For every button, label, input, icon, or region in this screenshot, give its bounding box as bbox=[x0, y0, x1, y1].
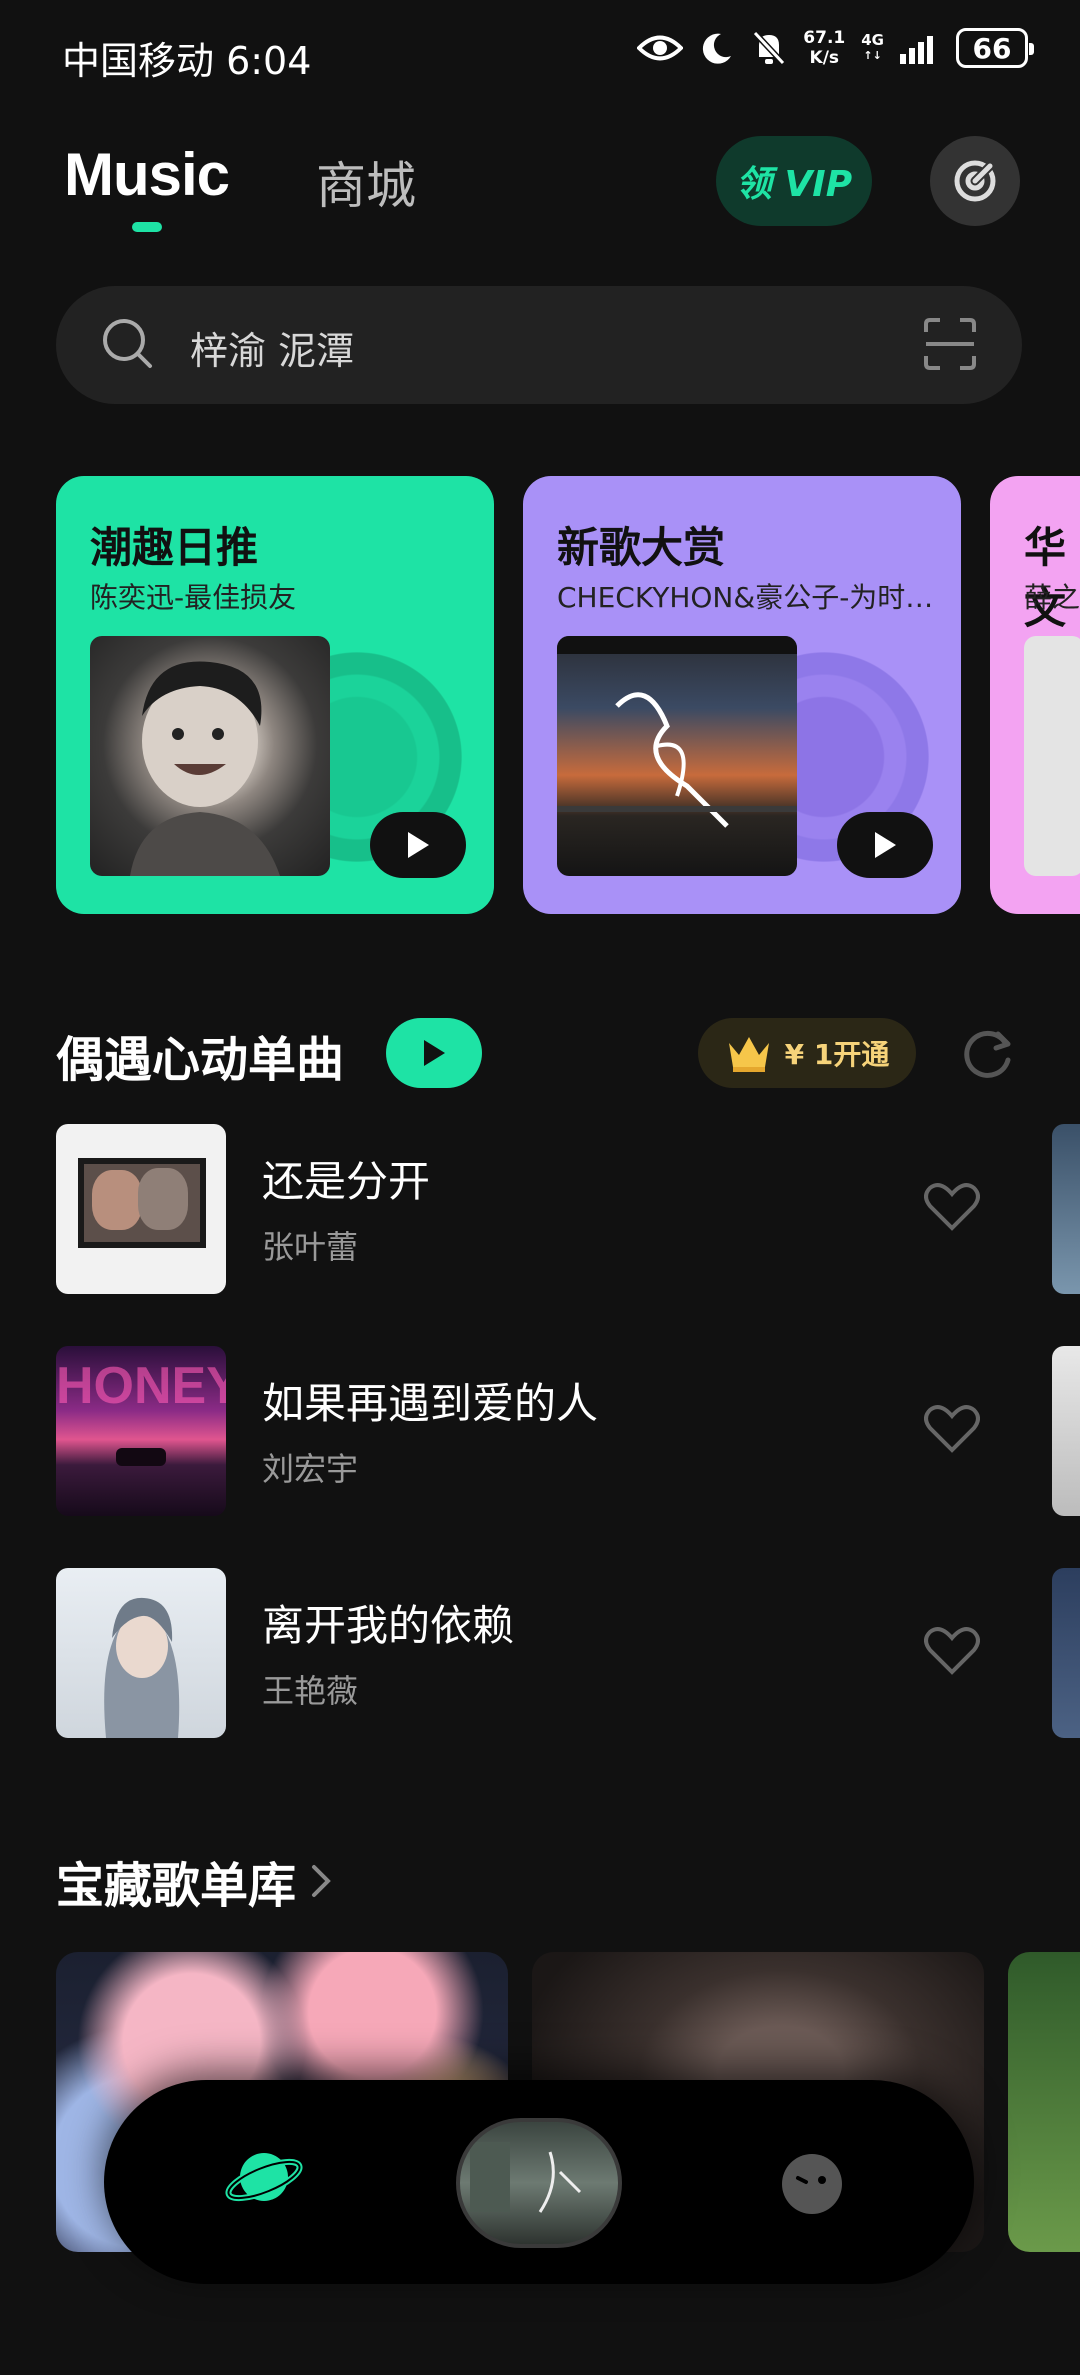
play-icon bbox=[875, 832, 896, 858]
playlists-section-header[interactable]: 宝藏歌单库 bbox=[56, 1846, 334, 1916]
bottom-nav bbox=[104, 2080, 974, 2284]
network-type: 4G ↑↓ bbox=[861, 31, 884, 62]
heart-icon[interactable] bbox=[924, 1182, 980, 1232]
play-icon bbox=[408, 832, 429, 858]
radar-icon bbox=[954, 160, 996, 202]
signal-icon bbox=[900, 36, 933, 64]
banner-cover bbox=[90, 636, 330, 876]
banner-cover bbox=[557, 636, 797, 876]
status-icons: 67.1 K/s 4G ↑↓ 66 bbox=[637, 28, 1034, 68]
face-icon[interactable] bbox=[780, 2152, 844, 2216]
now-playing-button[interactable] bbox=[456, 2118, 622, 2248]
next-song-peek[interactable] bbox=[1052, 1124, 1080, 1294]
banner-title: 新歌大赏 bbox=[557, 523, 726, 572]
song-row[interactable]: 离开我的依赖 王艳薇 bbox=[56, 1568, 1016, 1738]
song-cover: HONEY bbox=[56, 1346, 226, 1516]
song-cover bbox=[56, 1124, 226, 1294]
active-tab-indicator bbox=[132, 222, 162, 232]
song-title: 离开我的依赖 bbox=[262, 1601, 515, 1650]
playlists-section-title: 宝藏歌单库 bbox=[56, 1858, 297, 1914]
banner-title: 潮趣日推 bbox=[90, 523, 259, 572]
banner-subtitle: CHECKYHON&豪公子-为时… bbox=[557, 581, 934, 614]
banner-title: 华文 bbox=[1024, 523, 1067, 633]
banner-subtitle: 薛之 bbox=[1024, 581, 1080, 614]
battery-indicator: 66 bbox=[956, 28, 1034, 68]
claim-vip-button[interactable]: 领 VIP bbox=[716, 136, 872, 226]
vip-offer-button[interactable]: ¥ 1开通 bbox=[698, 1018, 916, 1088]
network-speed: 67.1 K/s bbox=[803, 28, 846, 68]
song-cover bbox=[56, 1568, 226, 1738]
singles-section-title: 偶遇心动单曲 bbox=[56, 1032, 345, 1088]
next-song-peek[interactable] bbox=[1052, 1568, 1080, 1738]
radar-button[interactable] bbox=[930, 136, 1020, 226]
chevron-right-icon bbox=[312, 1865, 331, 1897]
song-artist: 张叶蕾 bbox=[262, 1228, 359, 1266]
crown-icon bbox=[728, 1037, 769, 1072]
tab-mall[interactable]: 商城 bbox=[316, 146, 416, 218]
search-icon bbox=[103, 319, 152, 368]
banner-card-chinese[interactable]: 华文 薛之 bbox=[990, 476, 1080, 914]
eye-icon bbox=[637, 35, 684, 61]
carrier-time: 中国移动 6:04 bbox=[62, 39, 312, 83]
banner-play-button[interactable] bbox=[837, 812, 933, 878]
moon-icon bbox=[703, 33, 732, 64]
refresh-icon[interactable] bbox=[960, 1026, 1016, 1082]
play-all-button[interactable] bbox=[386, 1018, 482, 1088]
banner-card-daily[interactable]: 潮趣日推 陈奕迅-最佳损友 bbox=[56, 476, 494, 914]
next-song-peek[interactable] bbox=[1052, 1346, 1080, 1516]
banner-play-button[interactable] bbox=[370, 812, 466, 878]
status-bar: 中国移动 6:04 67.1 K/s 4G ↑↓ 66 bbox=[0, 0, 1080, 110]
search-bar[interactable]: 梓渝 泥潭 bbox=[56, 286, 1022, 404]
song-title: 还是分开 bbox=[262, 1157, 431, 1206]
scan-icon[interactable] bbox=[922, 316, 978, 372]
play-icon bbox=[424, 1040, 445, 1066]
banner-card-new-songs[interactable]: 新歌大赏 CHECKYHON&豪公子-为时… bbox=[523, 476, 961, 914]
playlist-card[interactable] bbox=[1008, 1952, 1080, 2252]
tab-music[interactable]: Music bbox=[64, 140, 230, 209]
search-input[interactable]: 梓渝 泥潭 bbox=[190, 320, 354, 375]
bell-off-icon bbox=[753, 30, 786, 66]
song-artist: 刘宏宇 bbox=[262, 1450, 359, 1488]
song-artist: 王艳薇 bbox=[262, 1672, 359, 1710]
heart-icon[interactable] bbox=[924, 1404, 980, 1454]
banner-cover bbox=[1024, 636, 1080, 876]
song-row[interactable]: 还是分开 张叶蕾 bbox=[56, 1124, 1016, 1294]
song-row[interactable]: HONEY 如果再遇到爱的人 刘宏宇 bbox=[56, 1346, 1016, 1516]
song-title: 如果再遇到爱的人 bbox=[262, 1379, 599, 1428]
planet-icon[interactable] bbox=[224, 2142, 304, 2212]
banner-subtitle: 陈奕迅-最佳损友 bbox=[90, 581, 297, 614]
heart-icon[interactable] bbox=[924, 1626, 980, 1676]
